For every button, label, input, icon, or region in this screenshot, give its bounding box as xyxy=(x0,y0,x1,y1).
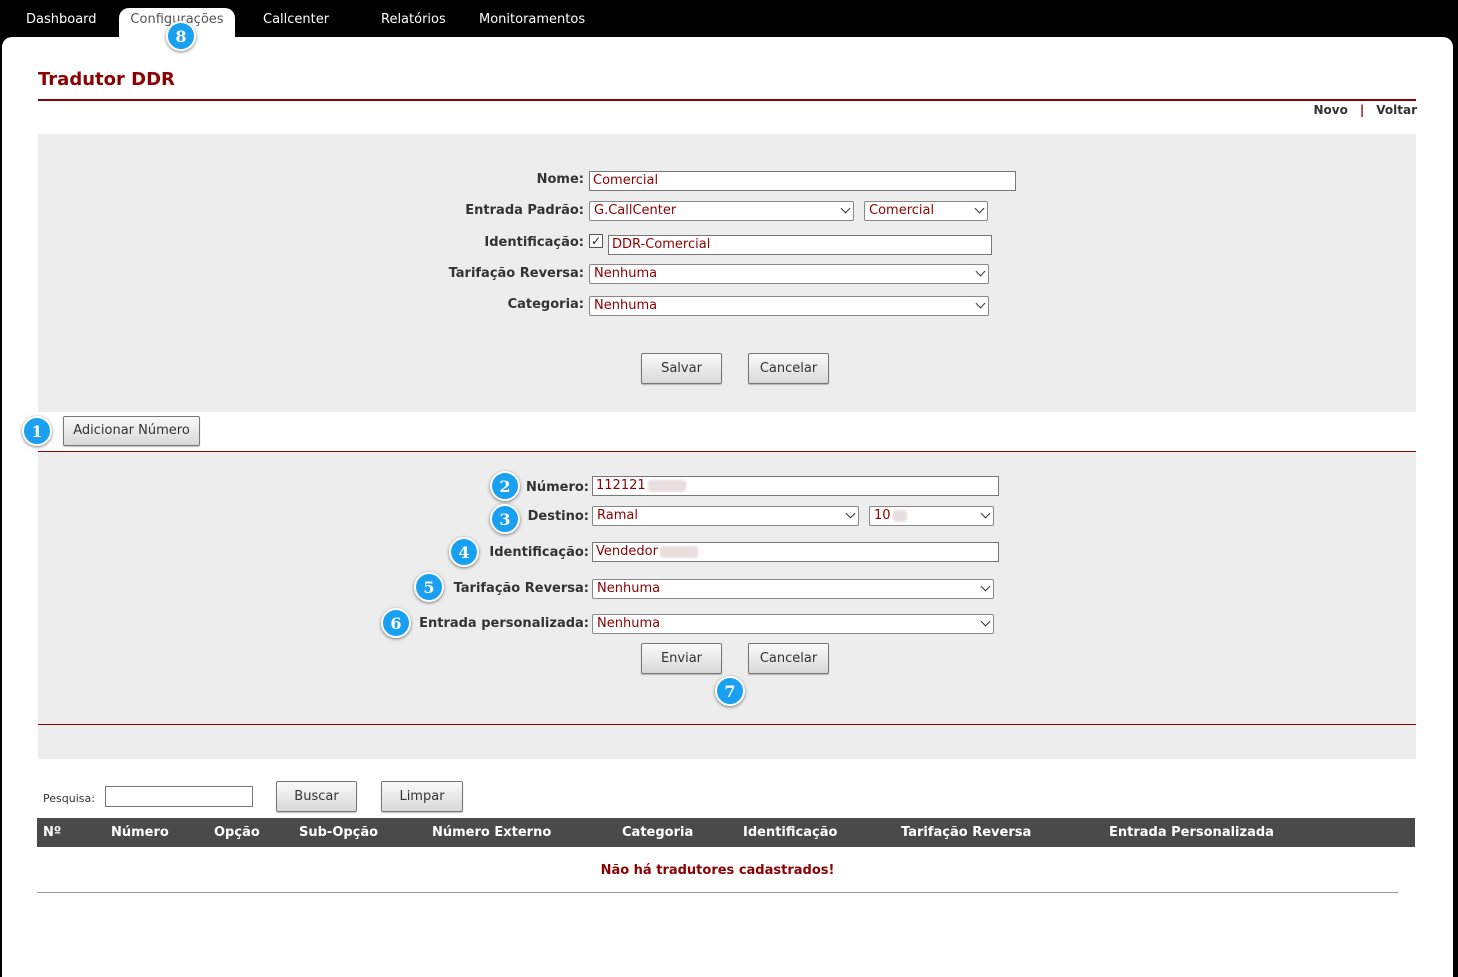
dest-sub-select-value: 10 xyxy=(874,508,891,523)
number-ident-input[interactable]: Vendedor xyxy=(592,542,999,562)
number-form-panel: Número: 112121 Destino: Ramal 10 Identif… xyxy=(38,452,1416,759)
number-tariff-select-value: Nenhuma xyxy=(597,581,661,596)
search-label: Pesquisa: xyxy=(43,792,95,805)
chevron-down-icon xyxy=(980,581,991,592)
page-title: Tradutor DDR xyxy=(38,69,175,90)
actions-separator: | xyxy=(1359,103,1365,117)
add-number-button[interactable]: Adicionar Número xyxy=(63,416,200,446)
callout-badge: 2 xyxy=(490,471,520,501)
name-input[interactable]: Comercial xyxy=(589,171,1016,191)
dest-sub-select[interactable]: 10 xyxy=(869,506,994,526)
redacted-area xyxy=(659,545,698,558)
number-cancel-button[interactable]: Cancelar xyxy=(748,643,829,674)
column-header[interactable]: Número xyxy=(111,818,169,847)
search-input[interactable] xyxy=(105,786,253,807)
tab-dashboard[interactable]: Dashboard xyxy=(14,8,109,38)
redacted-area xyxy=(892,509,907,522)
cancel-button[interactable]: Cancelar xyxy=(748,353,829,384)
page-content: Tradutor DDR Novo | Voltar Nome: Comercial… xyxy=(2,37,1453,977)
tariff-select-value: Nenhuma xyxy=(594,266,658,281)
column-header[interactable]: Tarifação Reversa xyxy=(901,818,1031,847)
callout-badge: 1 xyxy=(22,416,52,446)
chevron-down-icon xyxy=(845,508,856,519)
new-link[interactable]: Novo xyxy=(1314,103,1348,117)
chevron-down-icon xyxy=(980,508,991,519)
chevron-down-icon xyxy=(980,616,991,627)
main-form-panel: Nome: Comercial Entrada Padrão: G.CallCe… xyxy=(38,134,1416,412)
chevron-down-icon xyxy=(975,298,986,309)
entry-select[interactable]: G.CallCenter xyxy=(589,201,854,221)
column-header[interactable]: Número Externo xyxy=(432,818,551,847)
entry-sub-select-value: Comercial xyxy=(869,203,935,218)
number-ident-label: Identificação: xyxy=(489,545,589,560)
entry-select-value: G.CallCenter xyxy=(594,203,677,218)
number-ident-value: Vendedor xyxy=(596,544,658,559)
category-label: Categoria: xyxy=(507,297,584,312)
title-divider xyxy=(38,99,1416,101)
chevron-down-icon xyxy=(974,203,985,214)
column-header[interactable]: Nº xyxy=(43,818,61,847)
table-header: Nº Número Opção Sub-Opção Número Externo… xyxy=(37,818,1415,847)
number-label: Número: xyxy=(525,480,589,495)
callout-badge: 3 xyxy=(490,504,520,534)
column-header[interactable]: Opção xyxy=(214,818,260,847)
column-header[interactable]: Identificação xyxy=(743,818,837,847)
number-tariff-label: Tarifação Reversa: xyxy=(453,581,589,596)
dest-label: Destino: xyxy=(527,509,589,524)
dest-select[interactable]: Ramal xyxy=(592,506,859,526)
column-header[interactable]: Entrada Personalizada xyxy=(1109,818,1274,847)
column-header[interactable]: Categoria xyxy=(622,818,693,847)
entry-label: Entrada Padrão: xyxy=(465,203,584,218)
ident-checkbox[interactable]: ✓ xyxy=(589,234,603,248)
custom-entry-select-value: Nenhuma xyxy=(597,616,661,631)
bottom-panel xyxy=(38,725,1416,758)
name-label: Nome: xyxy=(536,172,584,187)
redacted-area xyxy=(647,479,686,492)
category-select-value: Nenhuma xyxy=(594,298,658,313)
top-navigation: Dashboard Configurações Callcenter Relat… xyxy=(0,0,1458,40)
search-button[interactable]: Buscar xyxy=(276,781,357,812)
table-bottom-divider xyxy=(37,892,1398,893)
tab-monitoramentos[interactable]: Monitoramentos xyxy=(467,8,597,38)
chevron-down-icon xyxy=(975,266,986,277)
clear-button[interactable]: Limpar xyxy=(381,781,463,812)
tariff-select[interactable]: Nenhuma xyxy=(589,264,989,284)
custom-entry-label: Entrada personalizada: xyxy=(419,616,589,631)
column-header[interactable]: Sub-Opção xyxy=(299,818,378,847)
tab-relatorios[interactable]: Relatórios xyxy=(369,8,458,38)
custom-entry-select[interactable]: Nenhuma xyxy=(592,614,994,634)
ident-label: Identificação: xyxy=(484,235,584,250)
tab-callcenter[interactable]: Callcenter xyxy=(251,8,341,38)
number-input[interactable]: 112121 xyxy=(592,476,999,496)
callout-badge: 4 xyxy=(449,537,479,567)
save-button[interactable]: Salvar xyxy=(641,353,722,384)
number-tariff-select[interactable]: Nenhuma xyxy=(592,579,994,599)
callout-badge: 5 xyxy=(414,572,444,602)
category-select[interactable]: Nenhuma xyxy=(589,296,989,316)
page-actions: Novo | Voltar xyxy=(1314,103,1418,117)
callout-badge: 8 xyxy=(166,21,196,51)
callout-badge: 7 xyxy=(715,676,745,706)
tariff-label: Tarifação Reversa: xyxy=(448,266,584,281)
dest-select-value: Ramal xyxy=(597,508,638,523)
callout-badge: 6 xyxy=(381,608,411,638)
ident-input[interactable]: DDR-Comercial xyxy=(608,235,992,255)
empty-table-message: Não há tradutores cadastrados! xyxy=(600,863,835,878)
back-link[interactable]: Voltar xyxy=(1376,103,1417,117)
number-input-value: 112121 xyxy=(596,478,646,493)
entry-sub-select[interactable]: Comercial xyxy=(864,201,988,221)
send-button[interactable]: Enviar xyxy=(641,643,722,674)
chevron-down-icon xyxy=(840,203,851,214)
